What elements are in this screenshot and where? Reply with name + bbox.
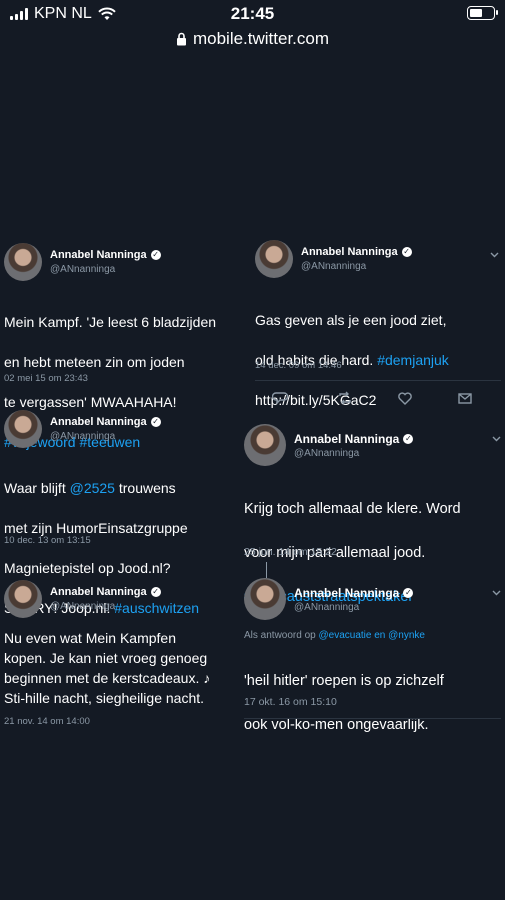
tweet-card[interactable]: Annabel Nanninga ✓ @ANnanninga Als antwo… — [244, 578, 501, 733]
author-handle[interactable]: @ANnanninga — [294, 448, 359, 459]
chevron-down-icon[interactable] — [490, 250, 499, 259]
avatar[interactable] — [244, 578, 286, 620]
author-name[interactable]: Annabel Nanninga — [50, 249, 147, 261]
tweet-card[interactable]: Annabel Nanninga ✓ @ANnanninga Mein Kamp… — [4, 243, 240, 450]
tweet-line: Krijg toch allemaal de klere. Word — [244, 501, 461, 517]
battery-icon — [467, 6, 498, 20]
author-handle[interactable]: @ANnanninga — [50, 601, 115, 612]
verified-icon: ✓ — [403, 588, 414, 598]
url-bar[interactable]: mobile.twitter.com — [0, 28, 505, 50]
author-name[interactable]: Annabel Nanninga — [294, 432, 399, 446]
verified-icon: ✓ — [150, 417, 161, 427]
reply-icon — [272, 392, 288, 405]
avatar[interactable] — [4, 410, 42, 448]
reply-targets[interactable]: @evacuatie en @nynke — [319, 630, 425, 641]
tweet-timestamp[interactable]: 10 dec. 13 om 13:15 — [4, 535, 91, 546]
like-button[interactable] — [397, 390, 452, 406]
reply-context: Als antwoord op @evacuatie en @nynke — [244, 630, 425, 641]
author-name[interactable]: Annabel Nanninga — [50, 416, 147, 428]
verified-icon: ✓ — [150, 587, 161, 597]
tweet-line-text: trouwens — [114, 480, 176, 496]
share-button[interactable] — [457, 390, 505, 406]
tweet-line: 'heil hitler' roepen is op zichzelf — [244, 673, 444, 689]
tweet-actions — [272, 390, 505, 406]
tweet-line: te vergassen' MWAAHAHA! — [4, 394, 177, 410]
hashtag-link[interactable]: #demjanjuk — [377, 352, 449, 368]
url-text[interactable]: mobile.twitter.com — [193, 29, 329, 49]
tweet-line-text: Waar blijft — [4, 480, 70, 496]
divider — [255, 380, 501, 381]
tweet-timestamp[interactable]: 17 okt. 16 om 15:10 — [244, 696, 337, 708]
avatar[interactable] — [255, 240, 293, 278]
tweet-timestamp[interactable]: 25 jun. 14 om 15:22 — [244, 546, 337, 558]
status-bar: KPN NL 21:45 — [0, 0, 505, 28]
verified-icon: ✓ — [150, 250, 161, 260]
tweet-card[interactable]: Annabel Nanninga ✓ @ANnanninga Waar blij… — [4, 410, 236, 616]
author-name[interactable]: Annabel Nanninga — [294, 586, 399, 600]
tweet-timestamp[interactable]: 21 nov. 14 om 14:00 — [4, 716, 90, 727]
heart-icon — [398, 392, 412, 405]
mail-icon — [458, 393, 472, 404]
tweet-line: Waar blijft @2525 trouwens — [4, 478, 199, 498]
author-handle[interactable]: @ANnanninga — [50, 264, 115, 275]
lock-icon — [176, 32, 186, 46]
thread-connector — [266, 562, 267, 578]
tweet-text: Nu even wat Mein Kampfen kopen. Je kan n… — [4, 628, 240, 708]
tweet-card[interactable]: Annabel Nanninga ✓ @ANnanninga Gas geven… — [255, 240, 499, 408]
retweet-button[interactable] — [337, 390, 392, 406]
verified-icon: ✓ — [401, 247, 412, 257]
divider — [244, 718, 501, 719]
tweet-line: kopen. Je kan niet vroeg genoeg — [4, 650, 208, 666]
tweet-card[interactable]: Annabel Nanninga ✓ @ANnanninga Nu even w… — [4, 580, 236, 730]
tweet-line: Sti-hille nacht, siegheilige nacht. — [4, 690, 205, 706]
tweet-timestamp[interactable]: 14 dec. 09 om 14:46 — [255, 360, 342, 371]
clock: 21:45 — [230, 4, 275, 23]
tweet-line: beginnen met de kerstcadeaux. ♪ — [4, 670, 211, 686]
retweet-icon — [339, 391, 351, 405]
reply-button[interactable] — [272, 390, 327, 406]
avatar[interactable] — [244, 424, 286, 466]
mention-link[interactable]: @2525 — [70, 480, 115, 496]
author-name[interactable]: Annabel Nanninga — [301, 246, 398, 258]
tweet-line: Gas geven als je een jood ziet, — [255, 312, 447, 328]
author-handle[interactable]: @ANnanninga — [301, 261, 366, 272]
chevron-down-icon[interactable] — [492, 434, 501, 443]
tweet-timestamp[interactable]: 02 mei 15 om 23:43 — [4, 373, 88, 384]
avatar[interactable] — [4, 580, 42, 618]
author-handle[interactable]: @ANnanninga — [294, 602, 359, 613]
tweet-line: en hebt meteen zin om joden — [4, 354, 185, 370]
tweet-line: Magnietepistel op Jood.nl? — [4, 560, 171, 576]
tweet-line: Nu even wat Mein Kampfen — [4, 630, 176, 646]
author-handle[interactable]: @ANnanninga — [50, 431, 115, 442]
reply-prefix: Als antwoord op — [244, 630, 319, 641]
chevron-down-icon[interactable] — [492, 588, 501, 597]
tweet-line: Mein Kampf. 'Je leest 6 bladzijden — [4, 314, 217, 330]
tweet-card[interactable]: Annabel Nanninga ✓ @ANnanninga Krijg toc… — [244, 424, 501, 605]
avatar[interactable] — [4, 243, 42, 281]
verified-icon: ✓ — [403, 434, 414, 444]
author-name[interactable]: Annabel Nanninga — [50, 586, 147, 598]
